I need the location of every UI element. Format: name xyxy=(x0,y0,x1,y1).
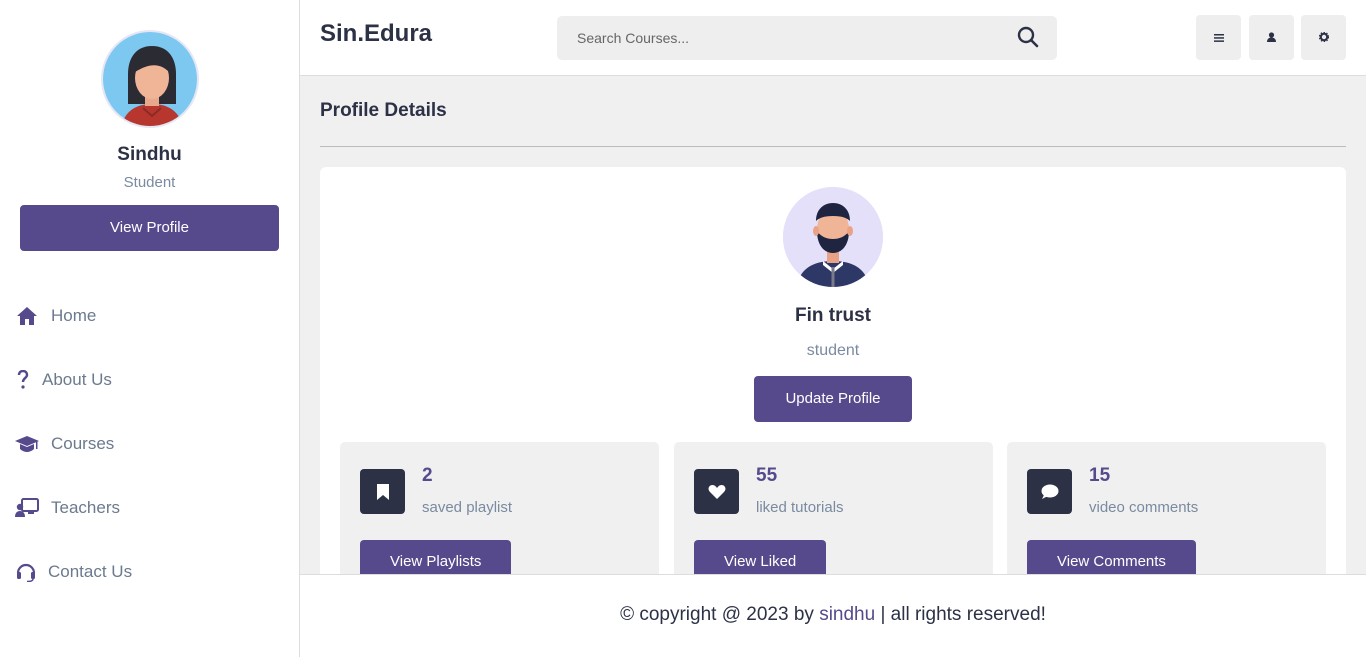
user-button[interactable] xyxy=(1249,15,1294,60)
menu-button[interactable] xyxy=(1196,15,1241,60)
view-liked-button[interactable]: View Liked xyxy=(694,540,827,574)
stat-label: video comments xyxy=(1089,499,1199,516)
stat-label: saved playlist xyxy=(422,499,513,516)
comment-icon xyxy=(1027,469,1072,514)
update-profile-button[interactable]: Update Profile xyxy=(754,376,912,422)
top-header: Sin.Edura xyxy=(300,0,1366,76)
nav-item-label: Courses xyxy=(51,434,115,453)
profile-avatar xyxy=(783,187,883,287)
stat-number: 15 xyxy=(1089,465,1111,486)
site-logo[interactable]: Sin.Edura xyxy=(320,20,432,48)
heart-icon xyxy=(694,469,739,514)
profile-name: Fin trust xyxy=(795,305,871,326)
bookmark-icon xyxy=(360,469,405,514)
divider xyxy=(320,146,1346,147)
menu-icon xyxy=(1213,31,1224,45)
stat-box-comments: 15 video comments View Comments xyxy=(1007,442,1326,574)
search-bar xyxy=(557,16,1057,60)
copyright-suffix: | all rights reserved! xyxy=(875,604,1046,625)
user-avatar xyxy=(100,30,199,128)
nav-item-label: Contact Us xyxy=(48,562,133,581)
footer: © copyright @ 2023 by sindhu | all right… xyxy=(300,574,1366,657)
question-icon xyxy=(15,368,30,392)
view-comments-button[interactable]: View Comments xyxy=(1027,540,1196,574)
sidebar: Sindhu Student View Profile Home About U… xyxy=(0,0,300,657)
stat-box-playlists: 2 saved playlist View Playlists xyxy=(340,442,659,574)
nav-item-label: About Us xyxy=(42,370,112,389)
page-title: Profile Details xyxy=(320,100,447,121)
stat-label: liked tutorials xyxy=(756,499,844,516)
copyright-prefix: © copyright @ 2023 by xyxy=(620,604,820,625)
stat-number: 2 xyxy=(422,465,433,486)
nav-item-about-us[interactable]: About Us xyxy=(0,348,300,412)
user-role: Student xyxy=(123,174,176,191)
user-icon xyxy=(1267,31,1276,45)
nav-item-label: Teachers xyxy=(51,498,120,517)
sidebar-profile: Sindhu Student View Profile xyxy=(0,0,299,251)
main-content: Profile Details Fin trust student Update… xyxy=(300,76,1366,574)
nav-item-teachers[interactable]: Teachers xyxy=(0,476,300,540)
stat-box-liked: 55 liked tutorials View Liked xyxy=(674,442,993,574)
view-playlists-button[interactable]: View Playlists xyxy=(360,540,512,574)
view-profile-button[interactable]: View Profile xyxy=(20,205,279,251)
graduation-cap-icon xyxy=(15,432,39,456)
copyright-author-link[interactable]: sindhu xyxy=(819,604,875,625)
headset-icon xyxy=(15,560,36,584)
nav-item-label: Home xyxy=(51,306,97,325)
profile-role: student xyxy=(806,342,860,359)
home-icon xyxy=(15,304,39,328)
nav-item-home[interactable]: Home xyxy=(0,284,300,348)
profile-card: Fin trust student Update Profile 2 saved… xyxy=(320,167,1346,574)
nav-item-contact-us[interactable]: Contact Us xyxy=(0,540,300,604)
nav-item-courses[interactable]: Courses xyxy=(0,412,300,476)
settings-button[interactable] xyxy=(1301,15,1346,60)
sidebar-nav: Home About Us Courses Teachers Contact U… xyxy=(0,284,300,604)
stat-number: 55 xyxy=(756,465,778,486)
user-name: Sindhu xyxy=(117,144,182,165)
search-icon[interactable] xyxy=(1017,26,1039,53)
search-input[interactable] xyxy=(557,16,977,60)
teacher-icon xyxy=(15,496,39,520)
settings-icon xyxy=(1318,31,1329,45)
